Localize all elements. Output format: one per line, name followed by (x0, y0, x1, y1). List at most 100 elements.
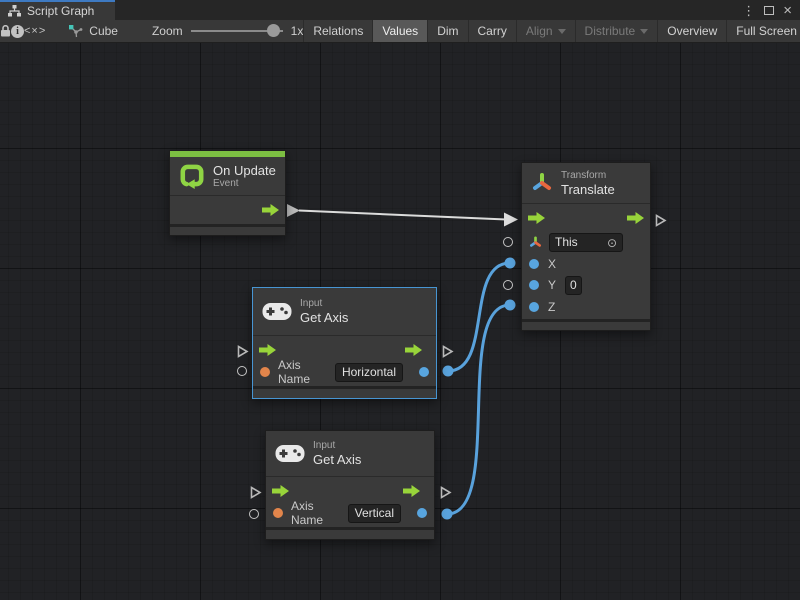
graph-network-icon (68, 24, 83, 38)
node-title: Get Axis (300, 310, 348, 325)
wire-endpoint-dot (505, 300, 516, 311)
node-get-axis-vertical[interactable]: Input Get Axis Axis Name Vertical (265, 430, 435, 540)
zoom-label: Zoom (152, 24, 183, 38)
tab-bar: Script Graph ⋮ × (0, 0, 800, 20)
port-row-axis-name: Axis Name Vertical (266, 502, 434, 524)
value-port-ghost-circle[interactable] (503, 280, 513, 290)
string-input-port[interactable] (273, 508, 283, 518)
dropdown-caret-icon (558, 29, 566, 34)
value-input-port-z[interactable] (529, 302, 539, 312)
flow-port-ghost-triangle[interactable] (237, 345, 249, 358)
node-footer (170, 224, 285, 235)
node-category: Input (300, 298, 348, 310)
port-label: Y (548, 278, 556, 292)
wire-endpoint-dot (505, 258, 516, 269)
node-subtitle: Event (213, 178, 276, 190)
axis-name-field[interactable]: Vertical (348, 504, 401, 523)
flow-ports-row (170, 196, 285, 224)
carry-button[interactable]: Carry (468, 20, 516, 42)
axis-name-field[interactable]: Horizontal (335, 363, 403, 382)
node-header: Transform Translate (522, 163, 650, 204)
flow-port-ghost-triangle[interactable] (440, 486, 452, 499)
node-on-update[interactable]: On Update Event (169, 150, 286, 236)
flow-output-port[interactable] (627, 212, 644, 224)
transform-port-icon (529, 236, 542, 249)
node-category: Input (313, 440, 361, 452)
graph-target-label: Cube (89, 24, 118, 38)
port-row-y: Y 0 (522, 274, 650, 296)
flow-port-ghost-triangle[interactable] (655, 214, 667, 227)
transform-axes-icon (531, 172, 553, 194)
dropdown-caret-icon (640, 29, 648, 34)
info-icon: i (11, 25, 24, 38)
value-output-port[interactable] (419, 367, 429, 377)
variables-button[interactable]: <×> (24, 20, 46, 42)
node-title: On Update (213, 163, 276, 178)
gamepad-icon (262, 302, 292, 321)
object-picker-icon[interactable]: ⊙ (607, 237, 617, 249)
wire-endpoint-dot (443, 366, 454, 377)
graph-canvas[interactable]: On Update Event (0, 43, 800, 600)
script-graph-window: Script Graph ⋮ × i <×> (0, 0, 800, 600)
value-port-ghost-circle[interactable] (503, 237, 513, 247)
toolbar-toggle-group: Relations Values Dim Carry Align Distrib… (303, 20, 800, 42)
value-input-port-x[interactable] (529, 259, 539, 269)
value-port-ghost-circle[interactable] (237, 366, 247, 376)
flow-port-ghost-triangle[interactable] (250, 486, 262, 499)
this-object-field[interactable]: This ⊙ (549, 233, 623, 252)
lock-icon (0, 25, 11, 37)
port-label: Axis Name (278, 358, 327, 386)
lock-button[interactable] (0, 20, 11, 42)
maximize-icon[interactable] (764, 6, 774, 15)
flow-output-port[interactable] (403, 485, 420, 497)
info-button[interactable]: i (11, 20, 24, 42)
zoom-slider-handle[interactable] (267, 24, 280, 37)
value-output-port[interactable] (417, 508, 427, 518)
flow-input-port[interactable] (528, 212, 545, 224)
window-menu-icon[interactable]: ⋮ (742, 4, 755, 17)
flow-wire-start-arrow-icon (287, 204, 300, 217)
node-translate[interactable]: Transform Translate (521, 162, 651, 331)
tab-title: Script Graph (27, 4, 94, 18)
node-header: Input Get Axis (266, 431, 434, 477)
value-input-port-y[interactable] (529, 280, 539, 290)
graph-target[interactable]: Cube (68, 20, 118, 42)
node-title: Translate (561, 182, 615, 197)
flow-ports-row (522, 204, 650, 232)
align-button[interactable]: Align (516, 20, 575, 42)
value-wire-vertical-to-z[interactable] (447, 305, 510, 514)
flow-wire-on-update-to-translate[interactable] (299, 211, 506, 220)
node-get-axis-horizontal[interactable]: Input Get Axis Axis Name Horizontal (252, 287, 437, 399)
graph-hierarchy-icon (8, 5, 21, 17)
port-row-z: Z (522, 296, 650, 317)
string-input-port[interactable] (260, 367, 270, 377)
close-icon[interactable]: × (783, 3, 792, 18)
overview-button[interactable]: Overview (657, 20, 726, 42)
zoom-slider[interactable] (191, 20, 283, 42)
wire-endpoint-dot (442, 509, 453, 520)
flow-output-port[interactable] (405, 344, 422, 356)
flow-input-port[interactable] (272, 485, 289, 497)
value-wire-horizontal-to-x[interactable] (448, 263, 510, 371)
code-icon: <×> (24, 25, 46, 37)
flow-input-port[interactable] (259, 344, 276, 356)
port-row-x: X (522, 253, 650, 274)
port-row-axis-name: Axis Name Horizontal (253, 361, 436, 383)
node-header: Input Get Axis (253, 288, 436, 336)
port-label: Z (548, 300, 555, 314)
relations-button[interactable]: Relations (303, 20, 372, 42)
dim-button[interactable]: Dim (427, 20, 467, 42)
tab-script-graph[interactable]: Script Graph (0, 0, 115, 20)
fullscreen-button[interactable]: Full Screen (726, 20, 800, 42)
values-button[interactable]: Values (372, 20, 427, 42)
node-header: On Update Event (170, 157, 285, 197)
flow-port-ghost-triangle[interactable] (442, 345, 454, 358)
zoom-control: Zoom 1x (152, 20, 303, 42)
flow-wire-end-arrow-icon (504, 213, 518, 227)
y-value-field[interactable]: 0 (565, 276, 582, 295)
port-label: X (548, 257, 556, 271)
distribute-button[interactable]: Distribute (575, 20, 658, 42)
node-footer (266, 527, 434, 539)
value-port-ghost-circle[interactable] (249, 509, 259, 519)
flow-output-port[interactable] (262, 204, 279, 216)
